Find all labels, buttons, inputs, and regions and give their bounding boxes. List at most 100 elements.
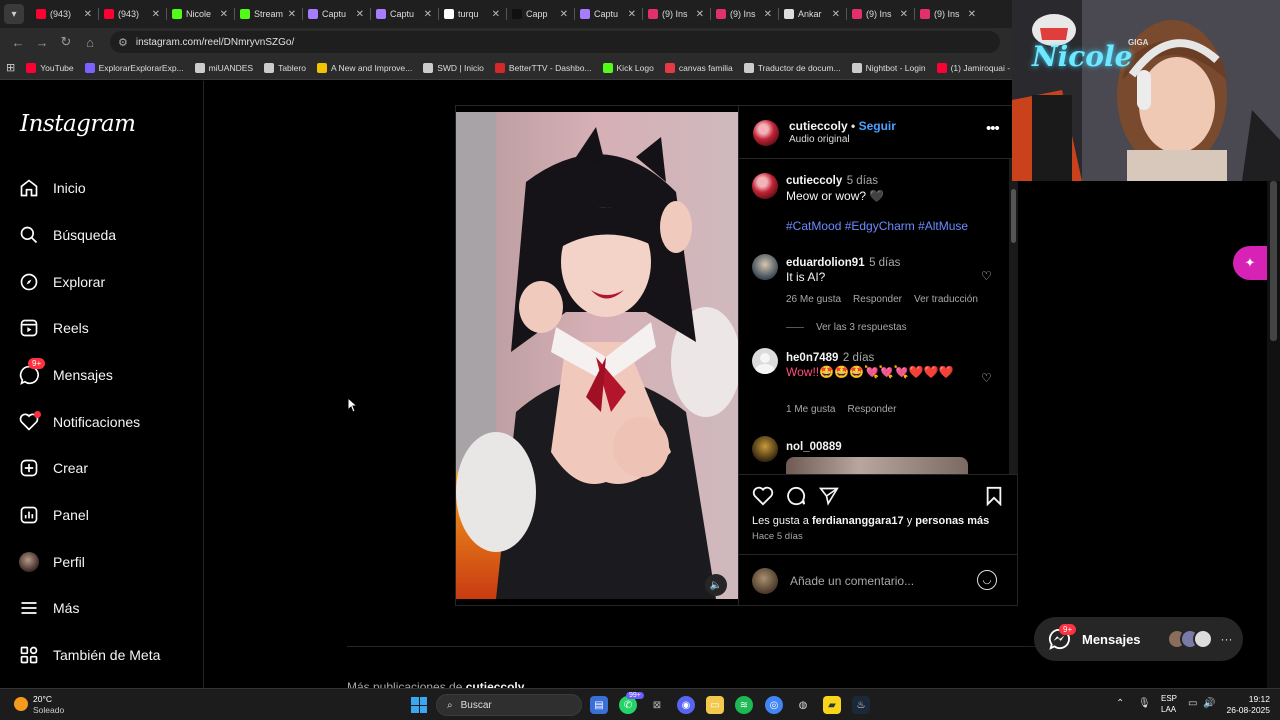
- comment-username[interactable]: eduardolion91: [786, 257, 865, 269]
- tab-close-icon[interactable]: ✕: [424, 9, 432, 20]
- sidebar-item-inicio[interactable]: Inicio: [18, 173, 86, 203]
- tab-close-icon[interactable]: ✕: [356, 9, 364, 20]
- post-media[interactable]: 🔈: [456, 106, 738, 605]
- bookmark-item[interactable]: SWD | Inicio: [423, 62, 484, 73]
- follow-button[interactable]: Seguir: [859, 119, 896, 133]
- capture-icon[interactable]: ⊠: [648, 696, 666, 714]
- tab-close-icon[interactable]: ✕: [288, 9, 296, 20]
- bookmark-item[interactable]: canvas familia: [664, 62, 733, 73]
- site-info-icon[interactable]: ⚙: [118, 36, 128, 49]
- browser-tab[interactable]: (9) Ins ✕: [642, 2, 710, 26]
- sidebar-item-tambien-de-meta[interactable]: También de Meta: [18, 640, 160, 670]
- comment-avatar[interactable]: [752, 348, 778, 374]
- sticky-notes-icon[interactable]: ▰: [823, 696, 841, 714]
- browser-tab[interactable]: (943) ✕: [30, 2, 98, 26]
- browser-tab[interactable]: turqu ✕: [438, 2, 506, 26]
- tab-close-icon[interactable]: ✕: [696, 9, 704, 20]
- bookmark-item[interactable]: miUANDES: [194, 62, 253, 73]
- tab-close-icon[interactable]: ✕: [220, 9, 228, 20]
- emoji-icon[interactable]: ◡: [977, 570, 997, 590]
- bookmark-item[interactable]: Nightbot - Login: [851, 62, 926, 73]
- start-button[interactable]: [411, 697, 427, 713]
- caption-hashtags[interactable]: #CatMood #EdgyCharm #AltMuse: [786, 219, 968, 233]
- clock-time[interactable]: 19:12: [1228, 694, 1270, 704]
- taskbar-search[interactable]: ⌕ Buscar: [436, 694, 582, 716]
- browser-tab[interactable]: (9) Ins ✕: [846, 2, 914, 26]
- file-explorer-icon[interactable]: ▭: [706, 696, 724, 714]
- steam-icon[interactable]: ♨: [852, 696, 870, 714]
- scroll-thumb[interactable]: [1011, 189, 1016, 243]
- extension-float-button[interactable]: ✦: [1233, 246, 1267, 280]
- back-button[interactable]: ←: [6, 30, 30, 54]
- reload-button[interactable]: ↻: [54, 30, 78, 54]
- browser-tab[interactable]: (9) Ins ✕: [710, 2, 778, 26]
- page-scrollbar[interactable]: [1267, 181, 1280, 688]
- comment-likes[interactable]: 26 Me gusta: [786, 294, 841, 305]
- sidebar-item-crear[interactable]: Crear: [18, 453, 88, 483]
- bookmark-item[interactable]: Tablero: [264, 62, 306, 73]
- comment-avatar[interactable]: [752, 254, 778, 280]
- browser-tab[interactable]: Captu ✕: [574, 2, 642, 26]
- browser-tab[interactable]: Captu ✕: [370, 2, 438, 26]
- comments-scrollbar[interactable]: [1009, 159, 1018, 474]
- browser-tab[interactable]: (9) Ins ✕: [914, 2, 982, 26]
- obs-icon[interactable]: ◍: [794, 696, 812, 714]
- comment-username[interactable]: he0n7489: [786, 352, 838, 364]
- audio-link[interactable]: Audio original: [789, 134, 850, 145]
- tab-close-icon[interactable]: ✕: [492, 9, 500, 20]
- author-avatar[interactable]: [753, 120, 779, 146]
- comment-bubble-icon[interactable]: [785, 486, 807, 506]
- spotify-icon[interactable]: ≋: [735, 696, 753, 714]
- browser-tab[interactable]: Capp ✕: [506, 2, 574, 26]
- sidebar-item-panel[interactable]: Panel: [18, 500, 89, 530]
- bookmark-item[interactable]: A New and Improve...: [316, 62, 412, 73]
- more-options-icon[interactable]: •••: [986, 120, 1000, 137]
- mic-icon[interactable]: 🎙: [1138, 698, 1151, 709]
- task-view-icon[interactable]: ▤: [590, 696, 608, 714]
- bookmark-item[interactable]: ExplorarExplorarExp...: [84, 62, 184, 73]
- caption-avatar[interactable]: [752, 173, 778, 199]
- view-replies-label[interactable]: Ver las 3 respuestas: [816, 322, 907, 333]
- sidebar-item-notificaciones[interactable]: Notificaciones: [18, 407, 140, 437]
- tab-close-icon[interactable]: ✕: [84, 9, 92, 20]
- volume-icon[interactable]: 🔊: [1203, 698, 1215, 709]
- weather-sun-icon[interactable]: [14, 697, 28, 711]
- bookmark-item[interactable]: BetterTTV - Dashbo...: [494, 62, 592, 73]
- browser-tab[interactable]: Nicole ✕: [166, 2, 234, 26]
- comment-avatar[interactable]: [752, 436, 778, 462]
- sidebar-item-mas[interactable]: Más: [18, 593, 79, 623]
- comment-like-heart-icon[interactable]: ♡: [981, 371, 992, 385]
- reply-button[interactable]: Responder: [853, 294, 902, 305]
- tab-close-icon[interactable]: ✕: [968, 9, 976, 20]
- likes-summary[interactable]: Les gusta a ferdiananggara17 y personas …: [752, 515, 989, 527]
- input-language[interactable]: ESP: [1161, 694, 1177, 703]
- sidebar-item-perfil[interactable]: Perfil: [18, 547, 85, 577]
- author-username[interactable]: cutieccoly: [789, 119, 848, 133]
- like-heart-icon[interactable]: [752, 486, 774, 506]
- weather-status[interactable]: Soleado: [33, 705, 64, 715]
- clock-date[interactable]: 26-08-2025: [1218, 705, 1270, 715]
- tray-chevron-icon[interactable]: ⌃: [1116, 698, 1124, 709]
- likes-more[interactable]: personas más: [915, 515, 989, 527]
- comment-image[interactable]: [786, 457, 968, 474]
- apps-icon[interactable]: ⊞: [6, 61, 15, 74]
- home-button[interactable]: ⌂: [78, 30, 102, 54]
- weather-temp[interactable]: 20°C: [33, 694, 52, 704]
- sidebar-item-mensajes[interactable]: 9+ Mensajes: [18, 358, 113, 390]
- mute-button[interactable]: 🔈: [705, 574, 727, 596]
- sidebar-item-reels[interactable]: Reels: [18, 313, 89, 343]
- instagram-logo[interactable]: Instagram: [20, 111, 136, 137]
- tab-close-icon[interactable]: ✕: [832, 9, 840, 20]
- sidebar-item-explorar[interactable]: Explorar: [18, 267, 105, 297]
- forward-button[interactable]: →: [30, 30, 54, 54]
- comment-likes[interactable]: 1 Me gusta: [786, 404, 835, 415]
- tab-close-icon[interactable]: ✕: [628, 9, 636, 20]
- browser-tab[interactable]: (943) ✕: [98, 2, 166, 26]
- save-bookmark-icon[interactable]: [985, 486, 1003, 506]
- tab-close-icon[interactable]: ✕: [152, 9, 160, 20]
- bookmark-item[interactable]: YouTube: [26, 62, 74, 73]
- translate-button[interactable]: Ver traducción: [914, 294, 978, 305]
- caption-username[interactable]: cutieccoly: [786, 175, 842, 187]
- comment-input[interactable]: Añade un comentario...: [790, 574, 914, 588]
- tab-search-button[interactable]: ▾: [4, 4, 24, 24]
